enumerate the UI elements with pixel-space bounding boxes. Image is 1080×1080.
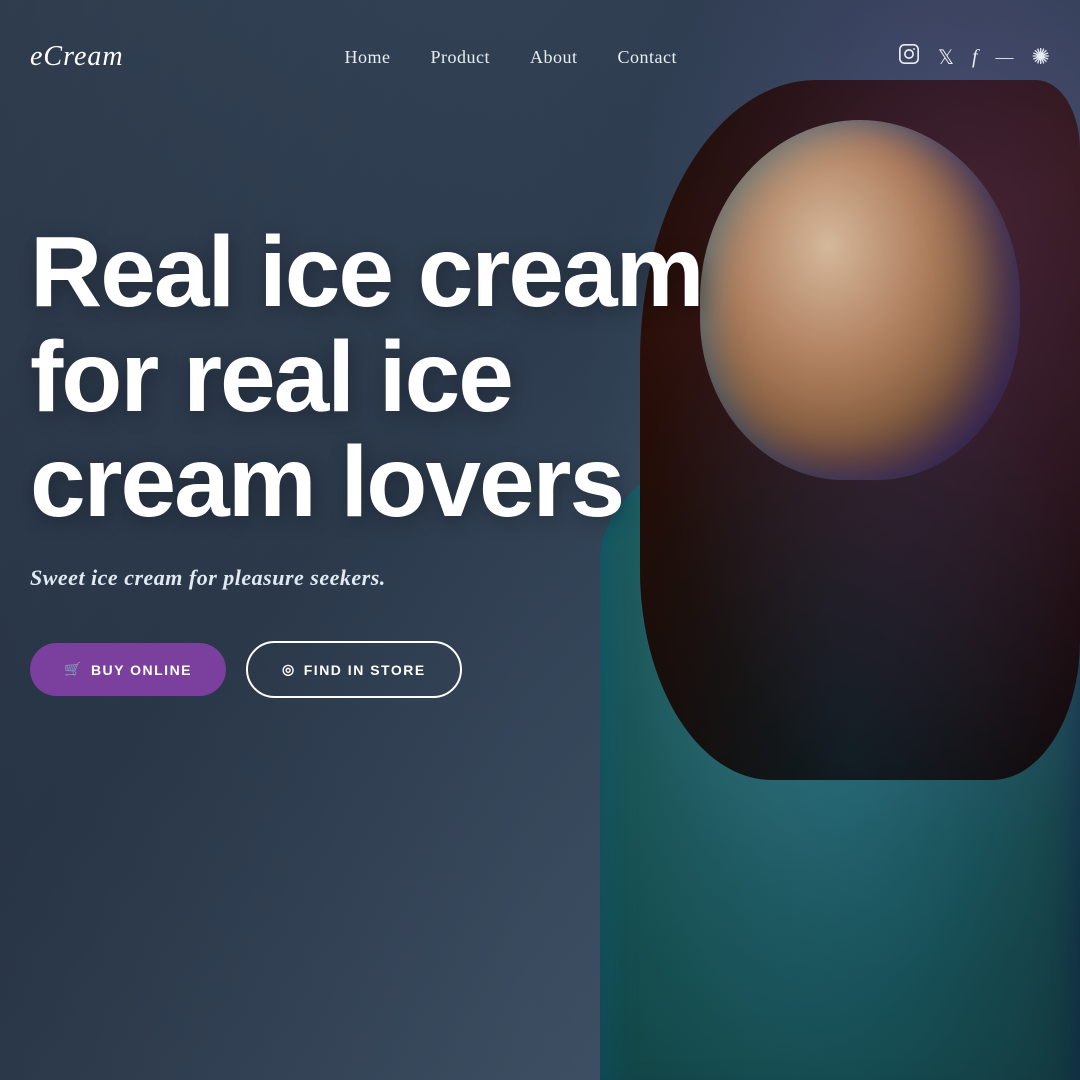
buy-online-button[interactable]: 🛒 BUY ONLINE [30,643,226,696]
hero-content: Real ice cream for real ice cream lovers… [30,220,730,698]
nav-links: Home Product About Contact [344,47,677,68]
theme-toggle-icon[interactable]: ✺ [1032,44,1050,70]
navbar: eCream Home Product About Contact [0,0,1080,114]
facebook-icon[interactable]: f [972,46,978,69]
nav-link-contact[interactable]: Contact [617,47,677,67]
twitter-icon[interactable]: 𝕏 [938,45,954,70]
nav-link-about[interactable]: About [530,47,578,67]
nav-item-contact[interactable]: Contact [617,47,677,68]
nav-link-home[interactable]: Home [344,47,390,67]
nav-icons: 𝕏 f — ✺ [898,43,1050,71]
find-in-store-label: FIND IN STORE [304,662,426,678]
nav-link-product[interactable]: Product [430,47,490,67]
hero-subtitle: Sweet ice cream for pleasure seekers. [30,565,730,591]
divider: — [996,47,1014,68]
nav-item-home[interactable]: Home [344,47,390,68]
hero-buttons: 🛒 BUY ONLINE ◎ FIND IN STORE [30,641,730,698]
find-in-store-button[interactable]: ◎ FIND IN STORE [246,641,462,698]
location-icon: ◎ [282,661,296,678]
cart-icon: 🛒 [64,661,83,678]
brand-logo[interactable]: eCream [30,41,124,73]
page-wrapper: eCream Home Product About Contact [0,0,1080,1080]
instagram-icon[interactable] [898,43,920,71]
hero-headline: Real ice cream for real ice cream lovers [30,220,730,535]
nav-item-product[interactable]: Product [430,47,490,68]
buy-online-label: BUY ONLINE [91,662,192,678]
person-head [700,120,1020,480]
nav-item-about[interactable]: About [530,47,578,68]
